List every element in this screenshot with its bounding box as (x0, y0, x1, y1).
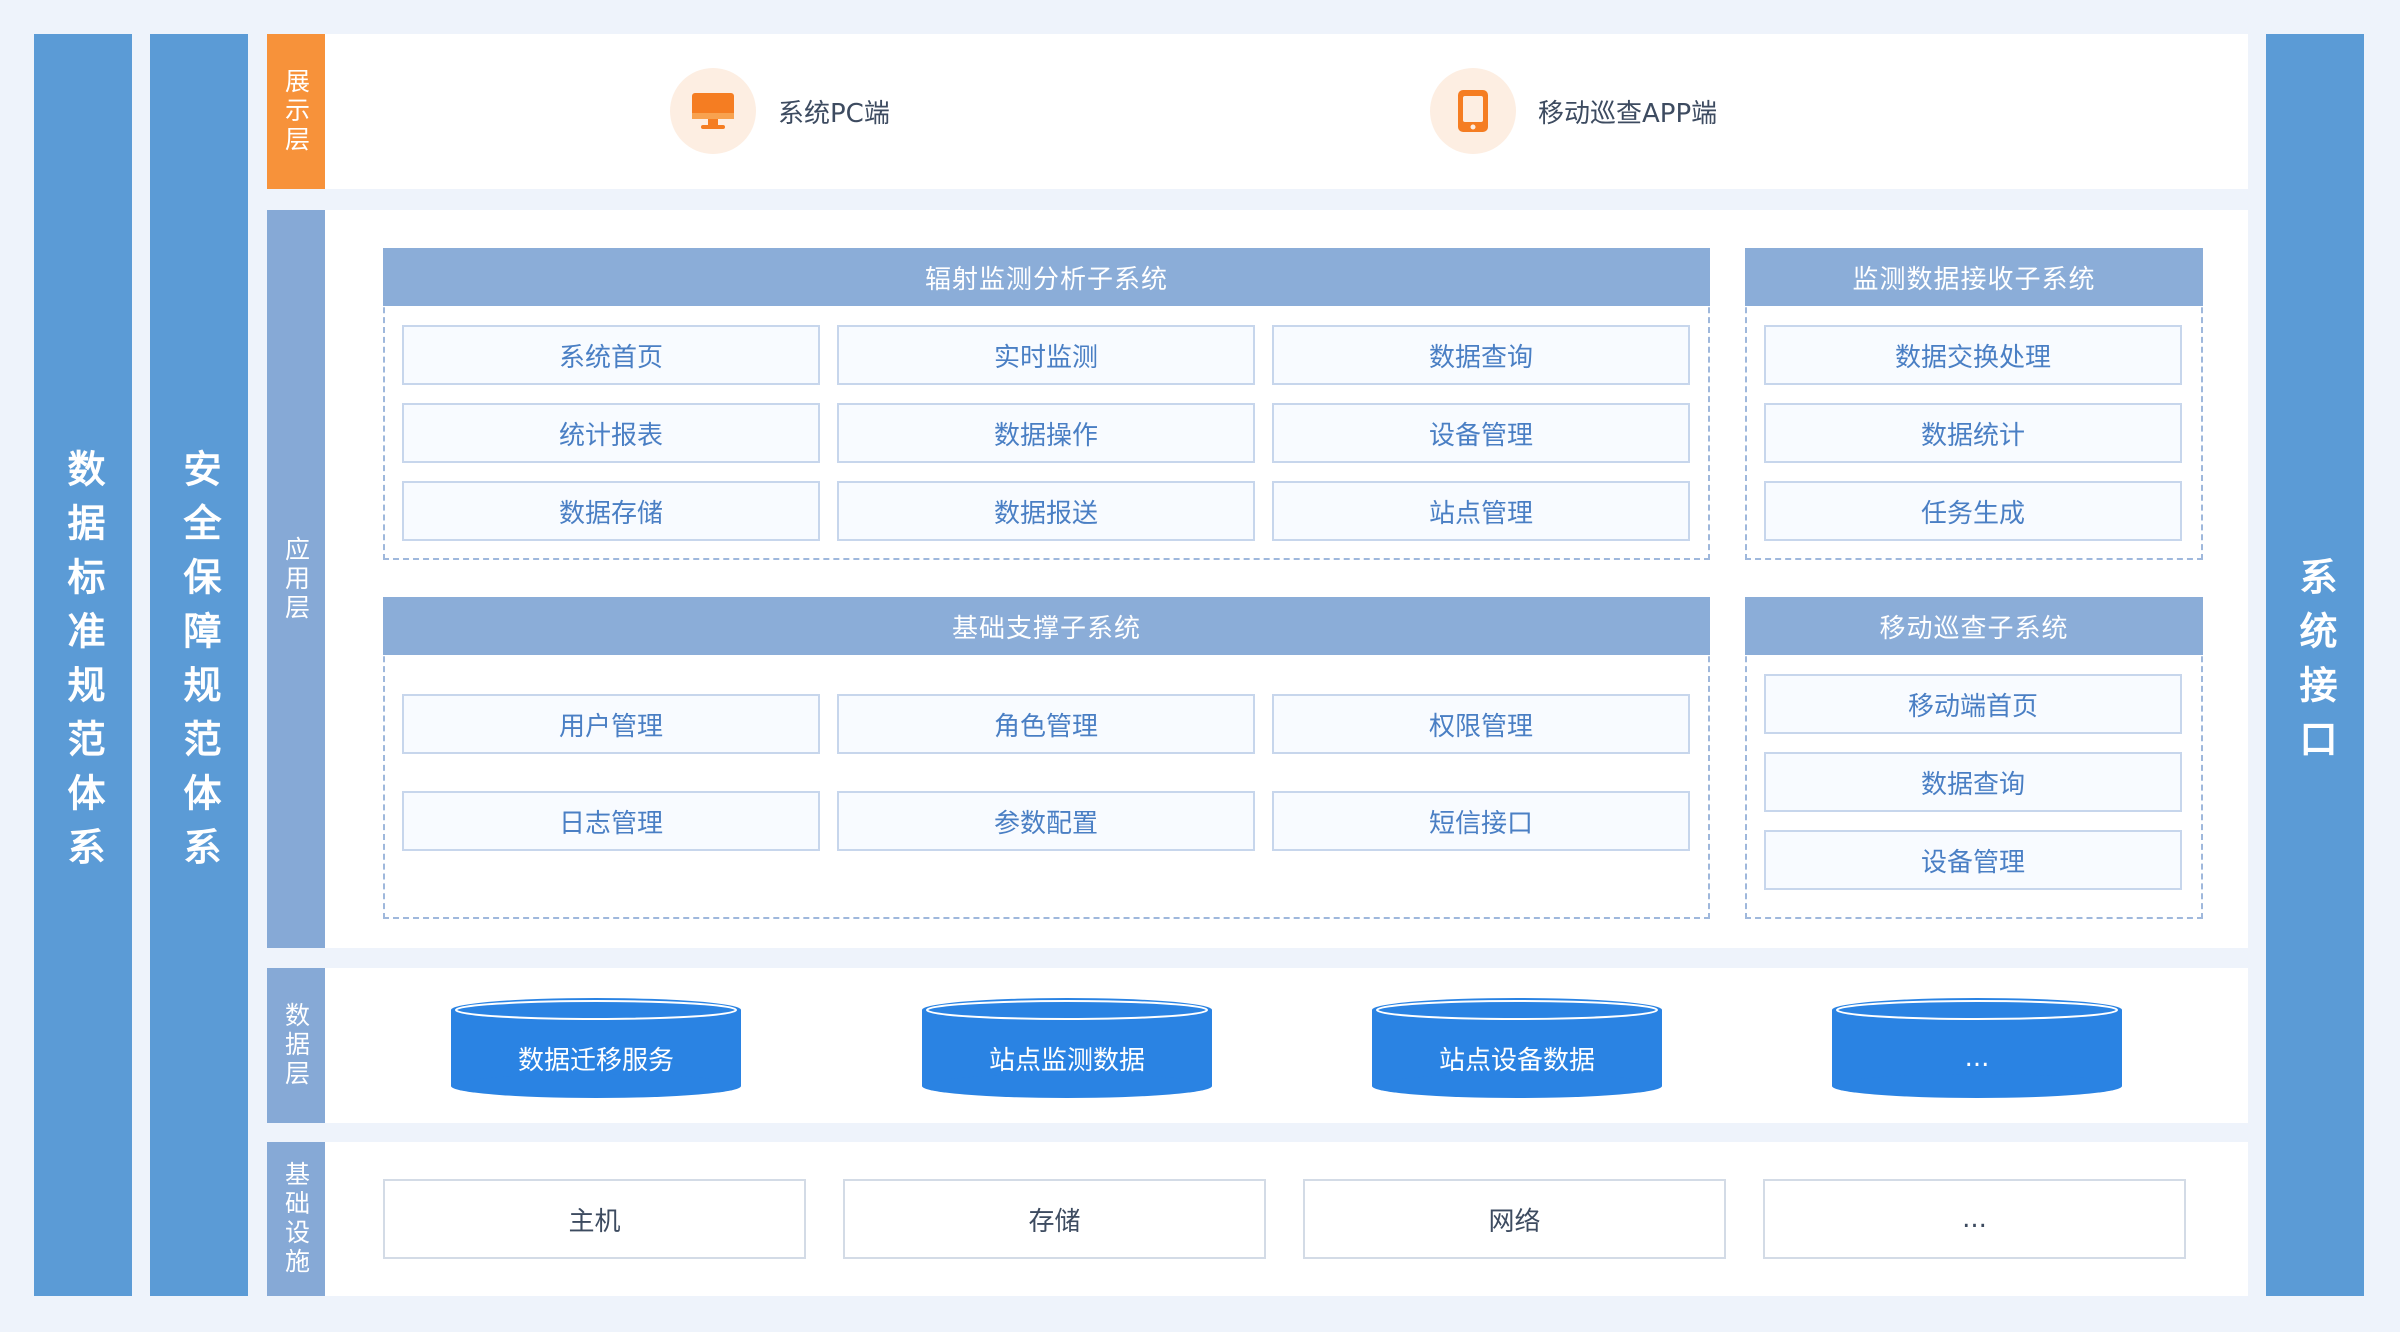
layer-label-presentation: 展示层 (267, 34, 325, 189)
module-data-operation[interactable]: 数据操作 (837, 403, 1255, 463)
module-device-management[interactable]: 设备管理 (1272, 403, 1690, 463)
module-data-storage[interactable]: 数据存储 (402, 481, 820, 541)
presentation-item-app-label: 移动巡查APP端 (1538, 98, 1718, 129)
module-role-management[interactable]: 角色管理 (837, 694, 1255, 754)
subsystem-mobile-inspection: 移动巡查子系统 移动端首页 数据查询 设备管理 (1745, 597, 2203, 919)
module-parameter-config[interactable]: 参数配置 (837, 791, 1255, 851)
subsystem-radiation-analysis-title: 辐射监测分析子系统 (383, 248, 1710, 306)
subsystem-basic-support-title: 基础支撑子系统 (383, 597, 1710, 655)
monitor-icon (670, 68, 756, 154)
module-data-statistics[interactable]: 数据统计 (1764, 403, 2182, 463)
subsystem-radiation-analysis: 辐射监测分析子系统 系统首页 实时监测 数据查询 统计报表 数据操作 设备管理 … (383, 248, 1710, 560)
infrastructure-panel: 主机 存储 网络 ... (325, 1142, 2248, 1296)
presentation-item-app[interactable]: 移动巡查APP端 (1430, 68, 1717, 154)
subsystem-mobile-inspection-title: 移动巡查子系统 (1745, 597, 2203, 655)
db-cylinder-station-monitoring-label: 站点监测数据 (988, 1045, 1145, 1076)
module-sms-interface[interactable]: 短信接口 (1272, 791, 1690, 851)
pillar-data-standards: 数据标准规范体系 (34, 34, 132, 1296)
db-cylinder-station-monitoring: 站点监测数据 (922, 996, 1212, 1100)
layer-label-infrastructure-text: 基础设施 (281, 1161, 311, 1277)
module-log-management[interactable]: 日志管理 (402, 791, 820, 851)
module-user-management[interactable]: 用户管理 (402, 694, 820, 754)
infra-storage[interactable]: 存储 (843, 1179, 1266, 1259)
module-data-submission[interactable]: 数据报送 (837, 481, 1255, 541)
module-permission-management[interactable]: 权限管理 (1272, 694, 1690, 754)
module-station-management[interactable]: 站点管理 (1272, 481, 1690, 541)
module-realtime-monitoring[interactable]: 实时监测 (837, 325, 1255, 385)
subsystem-data-receiving-title: 监测数据接收子系统 (1745, 248, 2203, 306)
module-data-exchange[interactable]: 数据交换处理 (1764, 325, 2182, 385)
application-panel: 辐射监测分析子系统 系统首页 实时监测 数据查询 统计报表 数据操作 设备管理 … (325, 210, 2248, 948)
data-panel: 数据迁移服务 站点监测数据 站点设备数据 ... (325, 968, 2248, 1123)
db-cylinder-station-device-label: 站点设备数据 (1438, 1045, 1595, 1076)
pillar-system-interface: 系统接口 (2266, 34, 2364, 1296)
layer-label-presentation-text: 展示层 (281, 68, 311, 155)
module-mobile-device-management[interactable]: 设备管理 (1764, 830, 2182, 890)
layer-label-infrastructure: 基础设施 (267, 1142, 325, 1296)
presentation-item-pc-label: 系统PC端 (778, 98, 890, 129)
pillar-security-standards-label: 安全保障规范体系 (177, 449, 221, 881)
pillar-data-standards-label: 数据标准规范体系 (61, 449, 105, 881)
module-data-query[interactable]: 数据查询 (1272, 325, 1690, 385)
subsystem-basic-support: 基础支撑子系统 用户管理 角色管理 权限管理 日志管理 参数配置 短信接口 (383, 597, 1710, 919)
infra-network[interactable]: 网络 (1303, 1179, 1726, 1259)
db-cylinder-station-device: 站点设备数据 (1372, 996, 1662, 1100)
module-mobile-data-query[interactable]: 数据查询 (1764, 752, 2182, 812)
presentation-panel: 系统PC端 移动巡查APP端 (325, 34, 2248, 189)
pillar-security-standards: 安全保障规范体系 (150, 34, 248, 1296)
layer-label-data-text: 数据层 (281, 1002, 311, 1089)
module-task-generation[interactable]: 任务生成 (1764, 481, 2182, 541)
module-statistics-report[interactable]: 统计报表 (402, 403, 820, 463)
layer-label-application-text: 应用层 (281, 535, 311, 623)
subsystem-data-receiving: 监测数据接收子系统 数据交换处理 数据统计 任务生成 (1745, 248, 2203, 560)
db-cylinder-more: ... (1832, 996, 2122, 1100)
infra-host[interactable]: 主机 (383, 1179, 806, 1259)
db-cylinder-migration: 数据迁移服务 (451, 996, 741, 1100)
layer-label-application: 应用层 (267, 210, 325, 948)
tablet-icon (1430, 68, 1516, 154)
db-cylinder-migration-label: 数据迁移服务 (517, 1045, 674, 1076)
presentation-item-pc[interactable]: 系统PC端 (670, 68, 890, 154)
module-system-home[interactable]: 系统首页 (402, 325, 820, 385)
db-cylinder-more-label: ... (1964, 1043, 1990, 1073)
pillar-system-interface-label: 系统接口 (2293, 557, 2337, 773)
layer-label-data: 数据层 (267, 968, 325, 1123)
module-mobile-home[interactable]: 移动端首页 (1764, 674, 2182, 734)
infra-more[interactable]: ... (1763, 1179, 2186, 1259)
